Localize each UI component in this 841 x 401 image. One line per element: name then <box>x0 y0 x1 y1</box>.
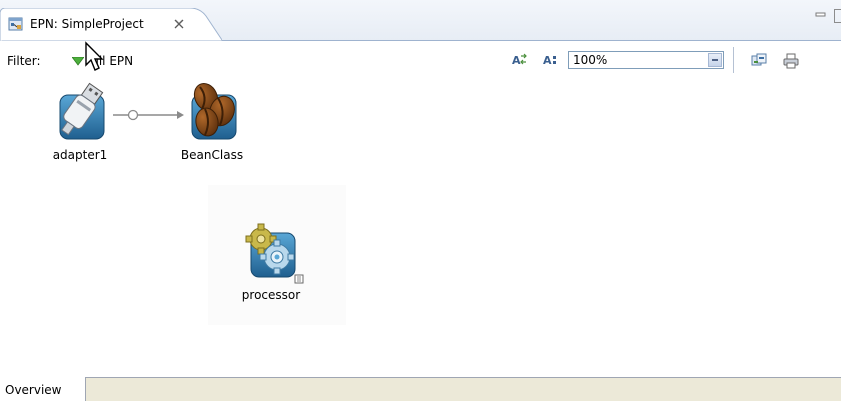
toolbar-separator <box>733 47 734 73</box>
tab-overview-label: Overview <box>5 383 62 397</box>
filter-label: Filter: <box>7 54 41 68</box>
coffee-bean-icon <box>191 82 237 140</box>
tab-overview[interactable]: Overview <box>0 377 86 401</box>
node-adapter1[interactable]: adapter1 <box>40 81 120 162</box>
zoom-dropdown-button[interactable] <box>708 53 722 67</box>
epn-diagram-canvas[interactable]: adapter1 BeanClass processor <box>0 77 841 377</box>
filter-dropdown-icon[interactable] <box>72 57 84 66</box>
processor-gear-icon <box>245 223 304 284</box>
svg-text:A: A <box>543 54 552 67</box>
chevron-down-icon <box>712 59 718 61</box>
layout-tree-icon[interactable]: A <box>512 53 528 67</box>
zoom-select[interactable]: 100% <box>568 51 724 69</box>
editor-tab-strip: EPN: SimpleProject <box>0 0 841 41</box>
node-label: processor <box>241 288 301 302</box>
node-label: adapter1 <box>52 148 108 162</box>
print-icon[interactable] <box>783 53 799 69</box>
editor-tab-title: EPN: SimpleProject <box>30 17 144 31</box>
node-processor[interactable]: processor <box>231 215 311 302</box>
zoom-value: 100% <box>573 53 608 67</box>
epn-toolbar: Filter: Full EPN A A 100% <box>0 41 841 76</box>
node-beanclass[interactable]: BeanClass <box>172 81 252 162</box>
editor-page-tabs: Overview <box>0 377 841 401</box>
minimize-icon[interactable] <box>815 11 827 21</box>
svg-text:A: A <box>512 54 521 67</box>
mouse-cursor-icon <box>85 41 104 71</box>
align-icon[interactable]: A <box>543 53 559 67</box>
editor-tab[interactable]: EPN: SimpleProject <box>0 8 222 41</box>
close-icon[interactable] <box>174 19 184 29</box>
epn-diagram-icon <box>8 17 23 31</box>
maximize-icon[interactable] <box>834 9 841 23</box>
adapter-usb-icon <box>59 82 105 140</box>
export-diagram-icon[interactable] <box>751 53 767 69</box>
node-label: BeanClass <box>180 148 244 162</box>
